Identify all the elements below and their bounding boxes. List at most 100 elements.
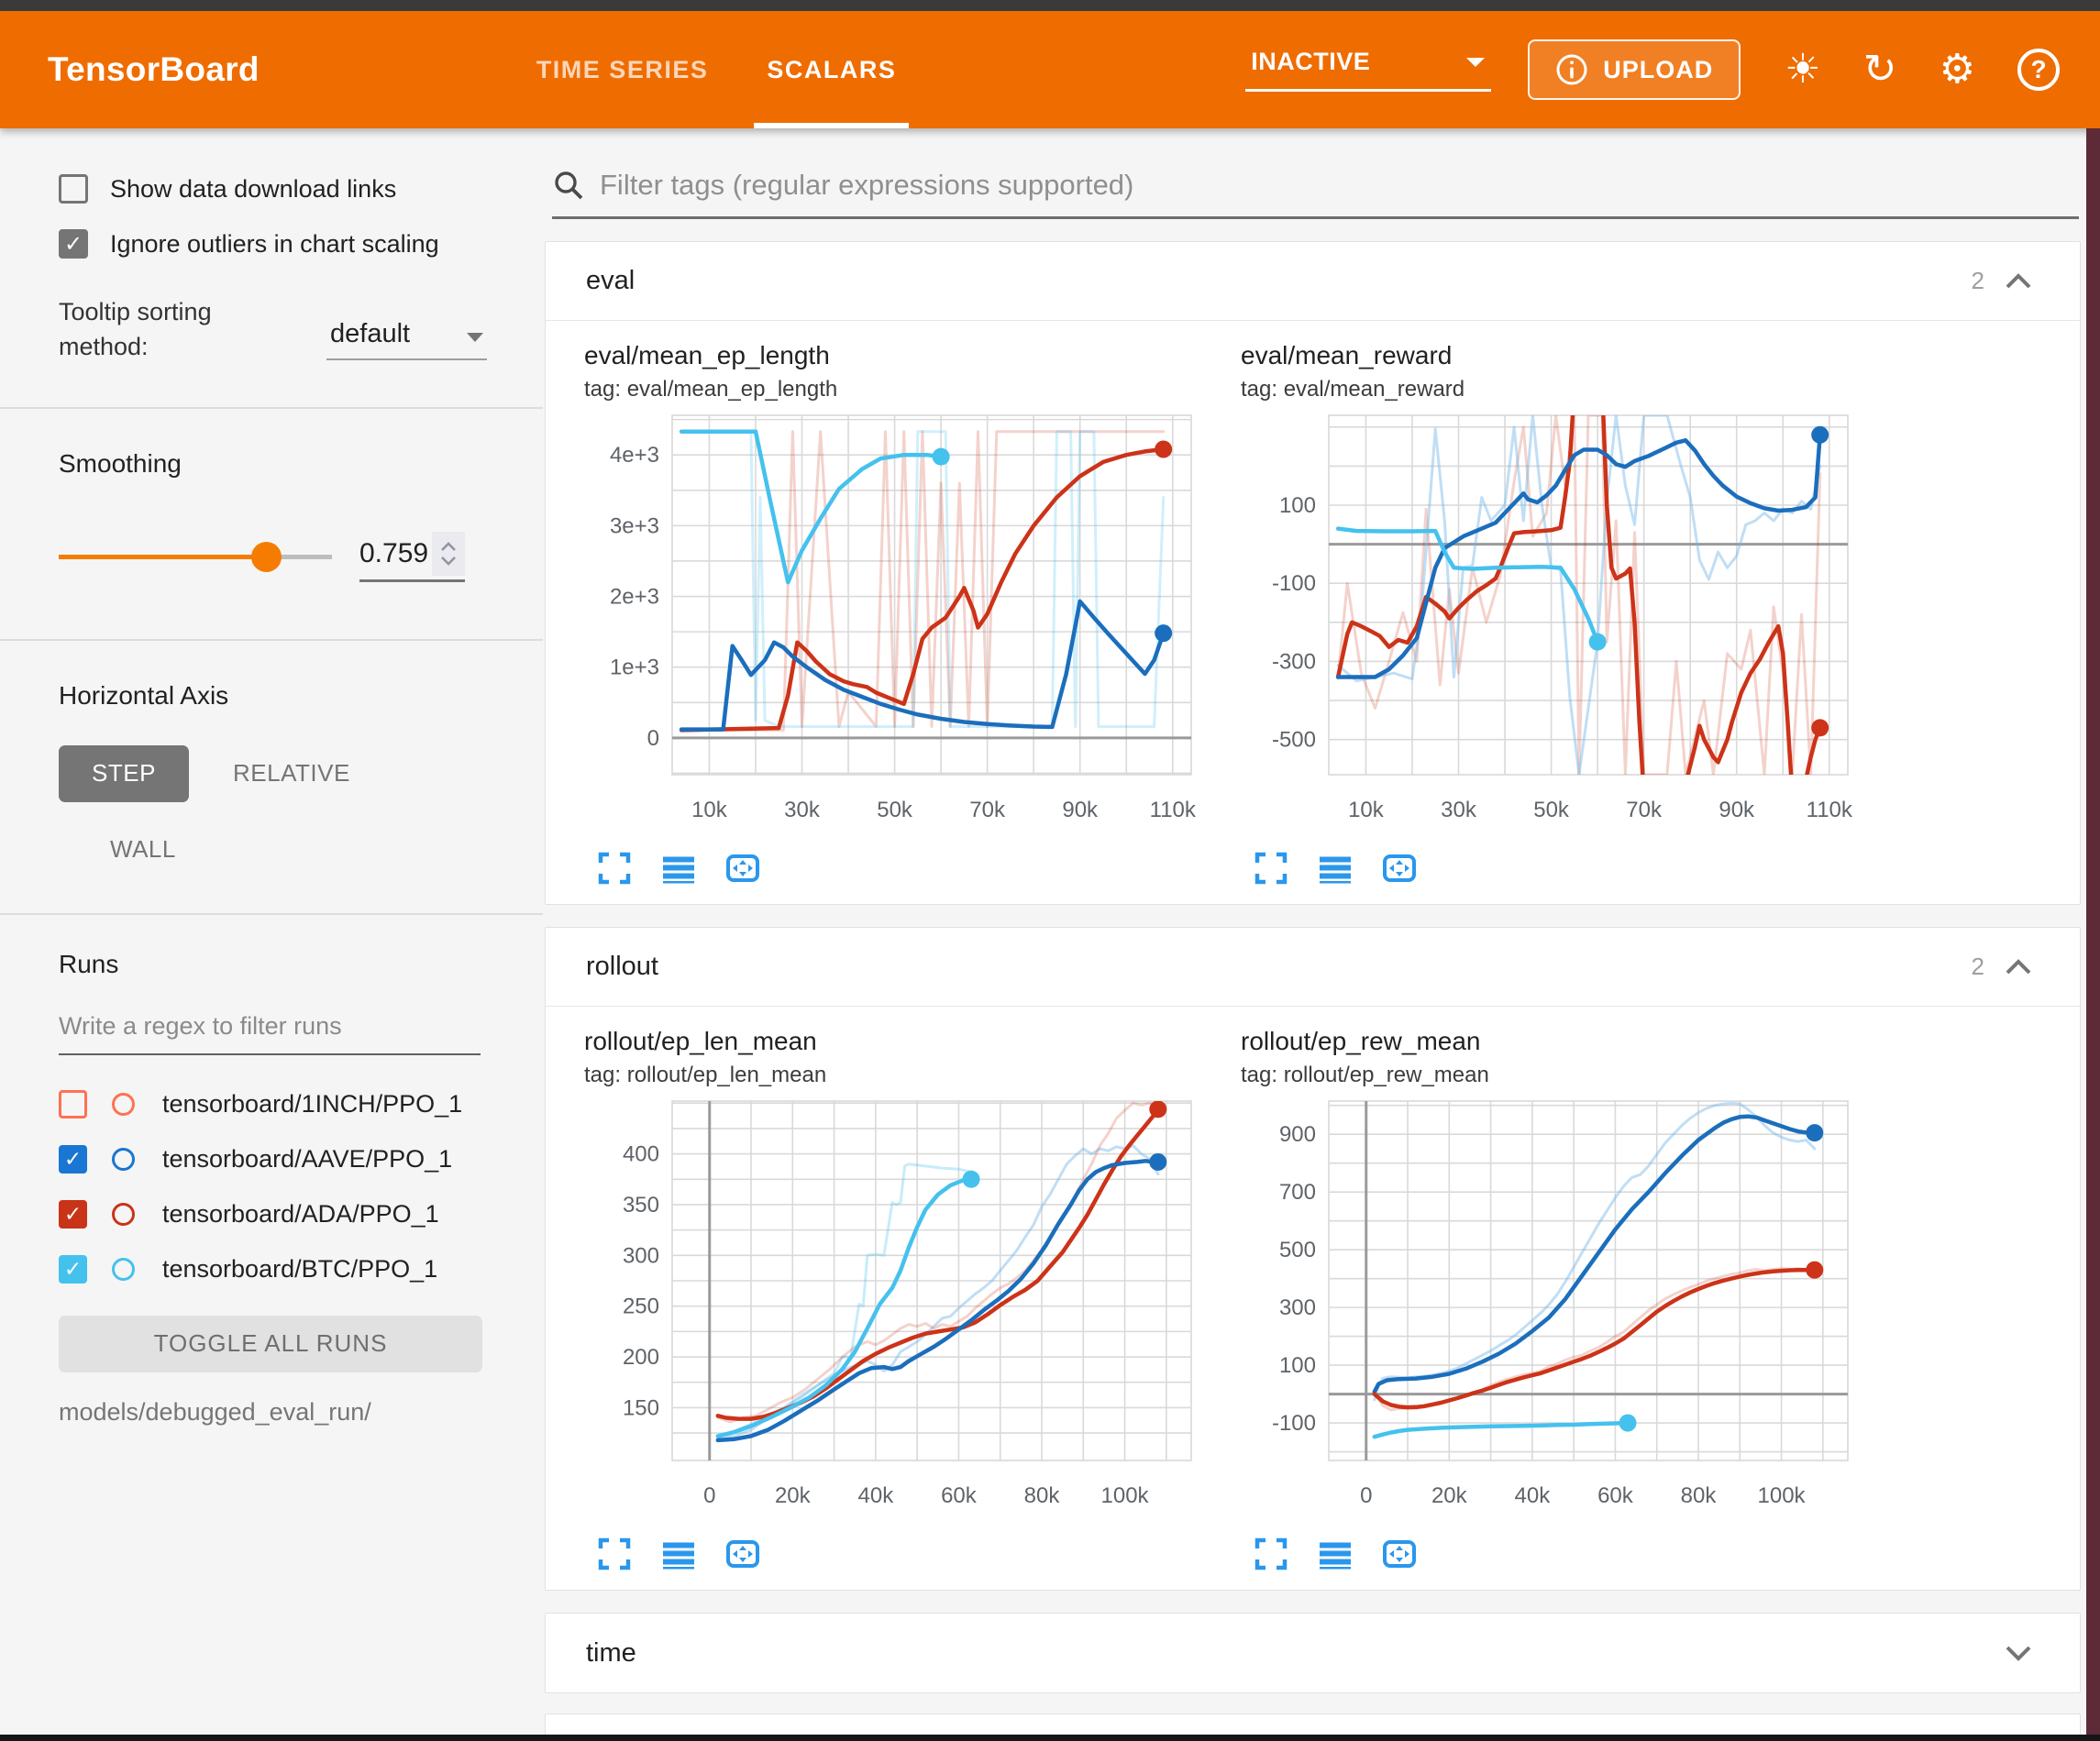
toggle-all-runs-button[interactable]: TOGGLE ALL RUNS [59,1316,482,1372]
active-tab-underline [754,123,909,128]
chart-end-dot [1155,624,1172,642]
stepper-down-icon[interactable] [440,556,457,566]
y-tick-label: 100 [1279,1353,1316,1378]
x-tick-label: 80k [1681,1483,1718,1508]
tab-bar: TIME SERIES SCALARS [507,11,926,128]
axis-option-relative[interactable]: RELATIVE [233,759,350,788]
section-card-rollout: rollout2rollout/ep_len_meantag: rollout/… [545,927,2081,1591]
tab-scalars-label: SCALARS [767,56,896,84]
fit-domain-icon[interactable] [725,851,760,886]
y-tick-label: 3e+3 [610,513,659,538]
run-checkbox[interactable]: ✓ [59,1200,87,1229]
full-size-data-icon[interactable] [661,851,696,886]
expand-chart-icon[interactable] [597,851,632,886]
window-right-edge [2086,128,2100,1741]
smoothing-value-box[interactable]: 0.759 [359,532,465,582]
full-size-data-icon[interactable] [1318,1537,1353,1571]
tooltip-sorting-dropdown[interactable]: default [326,295,487,360]
expand-chart-icon[interactable] [597,1537,632,1571]
runs-filter-input[interactable]: Write a regex to filter runs [59,1012,481,1055]
section-chart-count: 2 [1972,953,1984,981]
y-tick-label: 250 [623,1295,659,1319]
chart-plot[interactable]: 01e+32e+33e+34e+310k30k50k70k90k110k [584,402,1217,843]
stepper-up-icon[interactable] [440,542,457,551]
run-checkbox[interactable]: ✓ [59,1145,87,1174]
runs-filter-placeholder: Write a regex to filter runs [59,1012,342,1040]
section-header-rollout[interactable]: rollout2 [546,928,2080,1007]
upload-button[interactable]: UPLOAD [1528,39,1741,100]
chevron-down-icon[interactable] [2005,1645,2032,1661]
smoothing-slider-handle[interactable] [251,542,282,572]
status-dropdown[interactable]: INACTIVE [1245,48,1491,92]
chart-toolbar [1254,851,1873,886]
ignore-outliers-row[interactable]: ✓ Ignore outliers in chart scaling [59,229,519,259]
show-download-links-row[interactable]: Show data download links [59,174,519,204]
filter-tags-input[interactable]: Filter tags (regular expressions support… [552,169,2079,219]
chart-title: rollout/ep_len_mean [584,1027,1217,1056]
chart-plot[interactable]: 100-100-300-50010k30k50k70k90k110k [1241,402,1873,843]
chevron-up-icon[interactable] [2005,959,2032,975]
chart-end-dot [1149,1100,1166,1118]
chart-plot[interactable]: 150200250300350400020k40k60k80k100k [584,1088,1217,1528]
filter-tags-placeholder: Filter tags (regular expressions support… [600,169,1133,202]
info-icon [1555,53,1588,86]
chart-end-dot [1811,719,1829,736]
x-tick-label: 0 [1360,1483,1372,1508]
run-color-circle[interactable] [112,1093,135,1116]
chevron-up-icon[interactable] [2005,273,2032,290]
show-download-links-checkbox[interactable] [59,174,88,204]
run-color-circle[interactable] [112,1203,135,1226]
section-chart-count: 2 [1972,267,1984,295]
ignore-outliers-checkbox[interactable]: ✓ [59,229,88,259]
fit-domain-icon[interactable] [1382,851,1417,886]
y-tick-label: 2e+3 [610,585,659,610]
chart-block-eval-mean-ep-length: eval/mean_ep_lengthtag: eval/mean_ep_len… [584,341,1217,886]
x-tick-label: 60k [941,1483,978,1508]
fit-domain-icon[interactable] [1382,1537,1417,1571]
refresh-icon[interactable]: ↻ [1863,50,1897,90]
brightness-icon[interactable]: ☀ [1785,50,1820,90]
smoothing-stepper[interactable] [432,532,465,576]
run-color-circle[interactable] [112,1148,135,1171]
section-card-eval: eval2 eval/mean_ep_lengthtag: eval/mean_e… [545,241,2081,905]
tab-scalars[interactable]: SCALARS [737,11,925,128]
section-header-time[interactable]: time [546,1614,2080,1692]
chart-end-dot [1806,1124,1823,1141]
chart-plot[interactable]: -100100300500700900020k40k60k80k100k [1241,1088,1873,1528]
chevron-down-icon [1465,57,1486,68]
help-icon[interactable]: ? [2017,49,2060,91]
run-row: ✓tensorboard/BTC/PPO_1 [59,1242,519,1297]
chevron-down-icon [467,333,483,342]
smoothing-value[interactable]: 0.759 [359,538,432,569]
x-tick-label: 100k [1101,1483,1150,1508]
run-label: tensorboard/ADA/PPO_1 [162,1200,439,1229]
next-section-card-partial [545,1713,2081,1735]
smoothing-slider[interactable] [59,555,332,559]
run-color-circle[interactable] [112,1258,135,1281]
axis-option-step[interactable]: STEP [59,745,189,802]
runs-heading: Runs [59,950,519,979]
tab-time-series[interactable]: TIME SERIES [507,11,738,128]
ignore-outliers-label: Ignore outliers in chart scaling [110,230,439,259]
expand-chart-icon[interactable] [1254,1537,1288,1571]
run-label: tensorboard/AAVE/PPO_1 [162,1145,452,1174]
fit-domain-icon[interactable] [725,1537,760,1571]
y-tick-label: 200 [623,1345,659,1370]
run-checkbox[interactable]: ✓ [59,1255,87,1284]
y-tick-label: 100 [1279,493,1316,518]
chart-title: eval/mean_reward [1241,341,1873,370]
full-size-data-icon[interactable] [1318,851,1353,886]
run-checkbox[interactable] [59,1090,87,1118]
full-size-data-icon[interactable] [661,1537,696,1571]
expand-chart-icon[interactable] [1254,851,1288,886]
settings-icon[interactable]: ⚙ [1940,50,1975,90]
x-tick-label: 50k [1533,798,1570,822]
x-tick-label: 10k [691,798,728,822]
smoothing-label: Smoothing [59,449,519,479]
section-header-eval[interactable]: eval2 [546,242,2080,321]
axis-option-wall[interactable]: WALL [110,835,519,864]
tooltip-sorting-value: default [330,319,410,349]
x-tick-label: 60k [1597,1483,1634,1508]
x-tick-label: 30k [784,798,821,822]
sidebar-divider [0,639,543,641]
